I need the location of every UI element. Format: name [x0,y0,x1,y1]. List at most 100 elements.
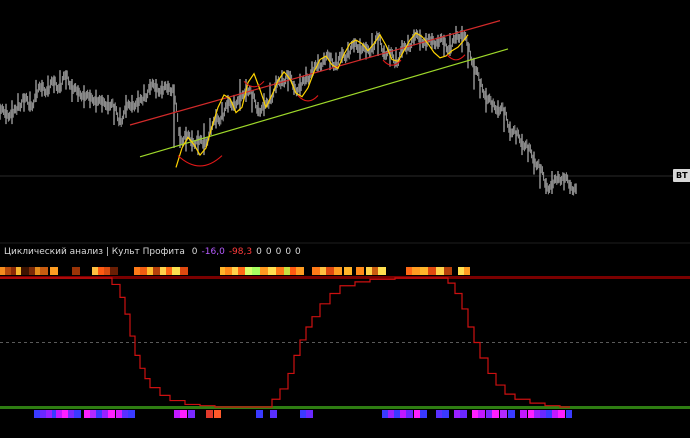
heat-cell-top [252,267,260,275]
heat-cell-top [420,267,428,275]
heat-cell-top [428,267,436,275]
channel-lower-line [139,48,509,158]
price-pane [0,20,680,196]
heat-cell-top [238,267,245,275]
heat-cell-bottom [540,410,546,418]
heat-cell-top [147,267,153,275]
indicator-value: 0 [256,247,262,257]
heat-cell-bottom [406,410,413,418]
heat-cell-bottom [472,410,478,418]
heat-cell-bottom [394,410,400,418]
heat-cell-bottom [546,410,552,418]
chart-canvas[interactable] [0,0,690,438]
heat-cell-top [260,267,268,275]
heat-cell-top [232,267,238,275]
heat-cell-bottom [40,410,46,418]
heat-cell-top [268,267,276,275]
heat-cell-bottom [256,410,263,418]
heat-cell-bottom [214,410,221,418]
indicator-values: 0 -16,0 -98,3 0 0 0 0 0 [192,247,305,257]
oscillator-bottom-band [0,406,690,409]
heat-cell-bottom [206,410,213,418]
heat-cell-top [334,267,342,275]
heat-cell-bottom [388,410,394,418]
heat-cell-bottom [90,410,96,418]
heat-cell-top [412,267,420,275]
heat-cell-top [366,267,372,275]
heat-cell-top [180,267,188,275]
heat-cell-top [172,267,180,275]
heat-cell-top [40,267,48,275]
heat-cell-bottom [500,410,507,418]
heat-cell-bottom [128,410,135,418]
heat-cell-bottom [454,410,460,418]
heat-cell-top [140,267,147,275]
heat-cell-top [284,267,290,275]
heat-cell-top [5,267,11,275]
heat-cell-top [225,267,232,275]
price-axis-label: BT [673,169,690,182]
heat-cell-top [320,267,326,275]
heat-cell-top [220,267,225,275]
heat-cell-top [458,267,464,275]
heat-cell-bottom [414,410,420,418]
indicator-value: 0 [265,247,272,257]
heat-cell-top [372,267,378,275]
heat-cell-top [50,267,58,275]
heat-cell-bottom [180,410,187,418]
indicator-legend[interactable]: Циклический анализ | Культ Профита 0 -16,… [4,247,309,257]
indicator-value: -98,3 [228,247,253,257]
heat-cell-top [11,267,16,275]
heat-strip-bottom [34,410,572,418]
heat-cell-bottom [84,410,90,418]
heat-cell-bottom [508,410,515,418]
heat-cell-top [464,267,470,275]
heat-cell-bottom [102,410,108,418]
heat-cell-bottom [62,410,68,418]
heat-cell-bottom [300,410,306,418]
heat-cell-bottom [188,410,195,418]
heat-cell-top [0,267,5,275]
heat-cell-bottom [68,410,74,418]
heat-cell-top [92,267,98,275]
heat-cell-bottom [270,410,277,418]
heat-strip-top [0,267,470,275]
indicator-value: 0 [275,247,282,257]
heat-cell-top [166,267,172,275]
heat-cell-top [290,267,296,275]
heat-cell-bottom [486,410,492,418]
heat-cell-top [356,267,364,275]
heat-cell-bottom [400,410,406,418]
heat-cell-bottom [420,410,427,418]
heat-cell-bottom [534,410,540,418]
heat-cell-top [312,267,320,275]
heat-cell-bottom [436,410,442,418]
heat-cell-bottom [34,410,40,418]
indicator-value: 0 [191,247,198,257]
heat-cell-bottom [566,410,572,418]
channel-upper-line [129,20,501,126]
heat-cell-top [98,267,104,275]
heat-cell-bottom [174,410,180,418]
heat-cell-bottom [442,410,449,418]
heat-cell-bottom [528,410,534,418]
heat-cell-bottom [460,410,467,418]
heat-cell-top [16,267,21,275]
heat-cell-top [444,267,452,275]
heat-cell-top [35,267,40,275]
heat-cell-top [296,267,304,275]
heat-cell-bottom [520,410,527,418]
heat-cell-top [104,267,110,275]
heat-cell-top [72,267,80,275]
heat-cell-top [378,267,386,275]
heat-cell-bottom [492,410,499,418]
indicator-value: 0 [295,247,301,257]
indicator-value: -16,0 [201,247,225,257]
heat-cell-bottom [552,410,558,418]
heat-cell-top [276,267,284,275]
heat-cell-bottom [116,410,122,418]
heat-cell-bottom [122,410,128,418]
heat-cell-top [153,267,160,275]
heat-cell-bottom [558,410,565,418]
indicator-title: Циклический анализ | Культ Профита [4,247,185,257]
